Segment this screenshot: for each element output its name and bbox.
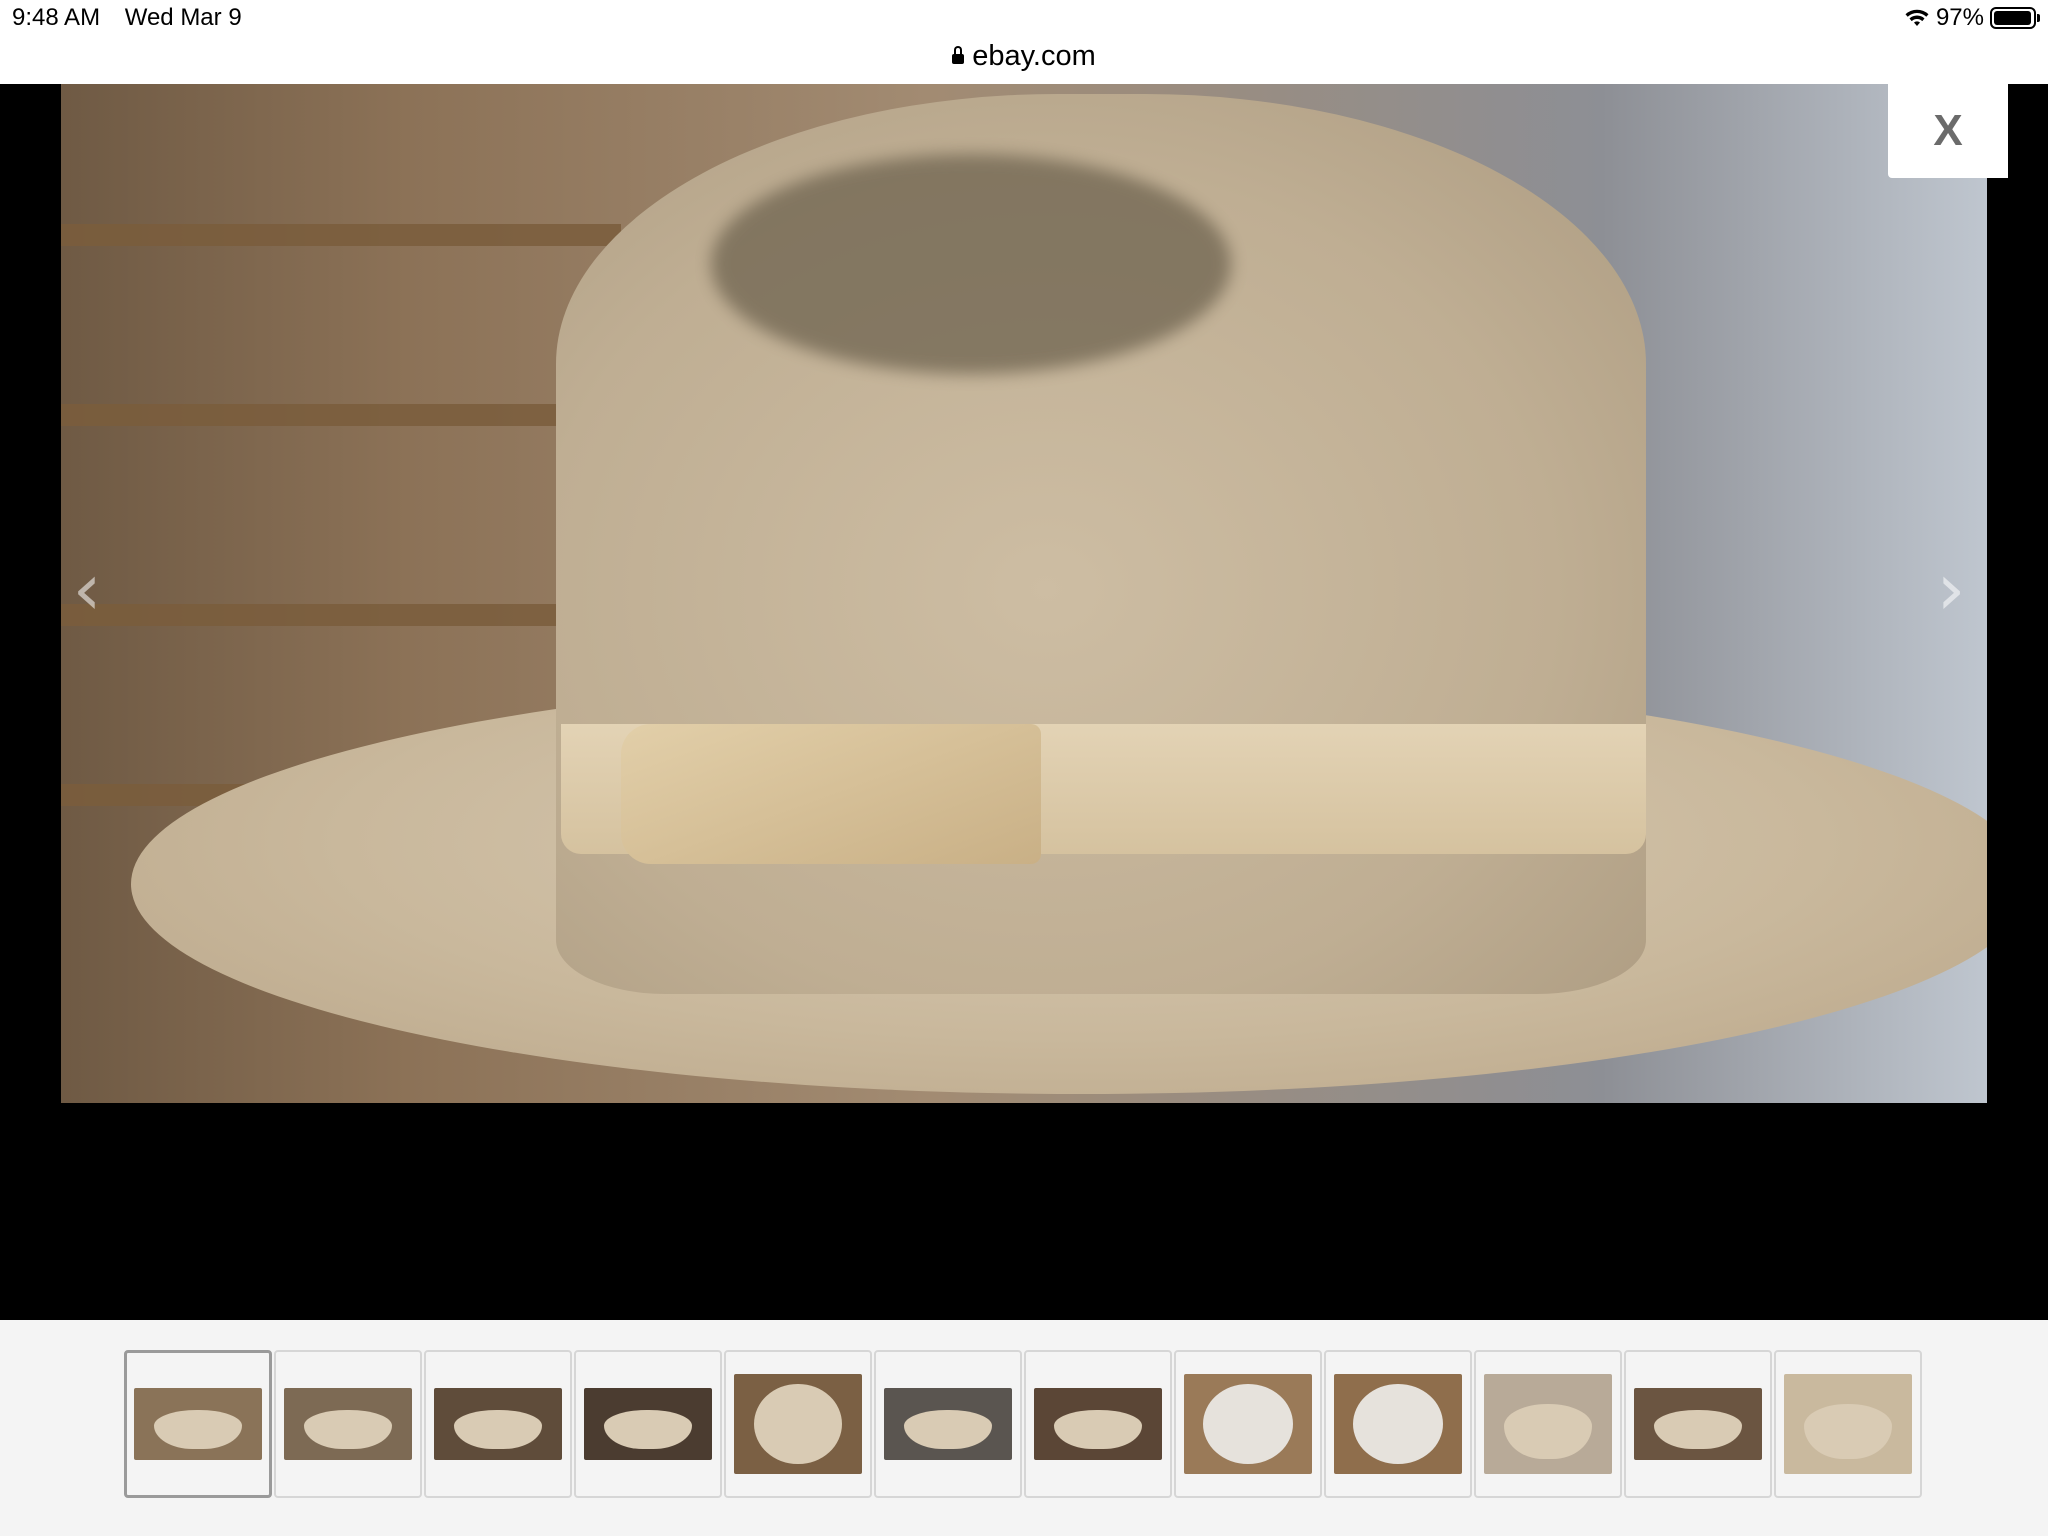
status-left: 9:48 AM Wed Mar 9: [12, 4, 260, 32]
hat-ribbon-bow: [621, 724, 1041, 864]
thumbnail-image: [734, 1374, 862, 1474]
thumbnail-hat-shape: [154, 1409, 242, 1450]
thumbnail-image: [1034, 1388, 1162, 1460]
thumbnail-hat-shape: [1654, 1409, 1742, 1450]
status-bar: 9:48 AM Wed Mar 9 97%: [0, 0, 2048, 40]
main-product-image[interactable]: ‹ ›: [61, 84, 1987, 1103]
thumbnail-4[interactable]: [574, 1350, 722, 1498]
thumbnail-hat-shape: [1353, 1384, 1443, 1464]
thumbnail-image: [584, 1388, 712, 1460]
wifi-icon: [1905, 9, 1929, 26]
image-viewer: ‹ › X: [0, 84, 2048, 1320]
thumbnail-hat-shape: [304, 1409, 392, 1450]
thumbnail-image: [884, 1388, 1012, 1460]
thumbnail-hat-shape: [904, 1409, 992, 1450]
thumbnail-image: [434, 1388, 562, 1460]
thumbnail-image: [1784, 1374, 1912, 1474]
status-time: 9:48 AM: [12, 4, 101, 31]
thumbnail-hat-shape: [1504, 1404, 1592, 1459]
thumbnail-hat-shape: [1804, 1404, 1892, 1459]
thumbnail-6[interactable]: [874, 1350, 1022, 1498]
url-domain: ebay.com: [972, 40, 1096, 72]
lock-icon: [952, 46, 965, 64]
thumbnail-7[interactable]: [1024, 1350, 1172, 1498]
thumbnail-hat-shape: [1054, 1409, 1142, 1450]
chevron-right-icon[interactable]: ›: [1931, 553, 1971, 625]
thumbnail-image: [1334, 1374, 1462, 1474]
battery-icon: [1990, 7, 2040, 29]
thumbnail-hat-shape: [754, 1384, 842, 1464]
thumbnail-10[interactable]: [1474, 1350, 1622, 1498]
hat-crown-dent: [711, 154, 1231, 374]
thumbnail-hat-shape: [1203, 1384, 1293, 1464]
thumbnail-hat-shape: [604, 1409, 692, 1450]
thumbnail-2[interactable]: [274, 1350, 422, 1498]
thumbnail-image: [1184, 1374, 1312, 1474]
thumbnail-11[interactable]: [1624, 1350, 1772, 1498]
url-bar[interactable]: ebay.com: [0, 36, 2048, 84]
background-shelf: [61, 404, 621, 426]
thumbnail-9[interactable]: [1324, 1350, 1472, 1498]
thumbnail-1[interactable]: [124, 1350, 272, 1498]
status-right: 97%: [1904, 4, 2040, 32]
battery-percent: 97%: [1935, 4, 1984, 31]
thumbnail-12[interactable]: [1774, 1350, 1922, 1498]
chevron-left-icon[interactable]: ‹: [67, 553, 107, 625]
thumbnail-5[interactable]: [724, 1350, 872, 1498]
thumbnail-hat-shape: [454, 1409, 542, 1450]
close-button[interactable]: X: [1888, 84, 2008, 178]
thumbnail-image: [1484, 1374, 1612, 1474]
thumbnail-image: [284, 1388, 412, 1460]
battery-fill: [1994, 11, 2031, 25]
thumbnail-8[interactable]: [1174, 1350, 1322, 1498]
status-date: Wed Mar 9: [124, 4, 242, 31]
thumbnail-image: [134, 1388, 262, 1460]
background-shelf: [61, 604, 621, 626]
thumbnail-strip: [0, 1320, 2048, 1536]
thumbnail-3[interactable]: [424, 1350, 572, 1498]
thumbnail-image: [1634, 1388, 1762, 1460]
background-shelf: [61, 224, 621, 246]
